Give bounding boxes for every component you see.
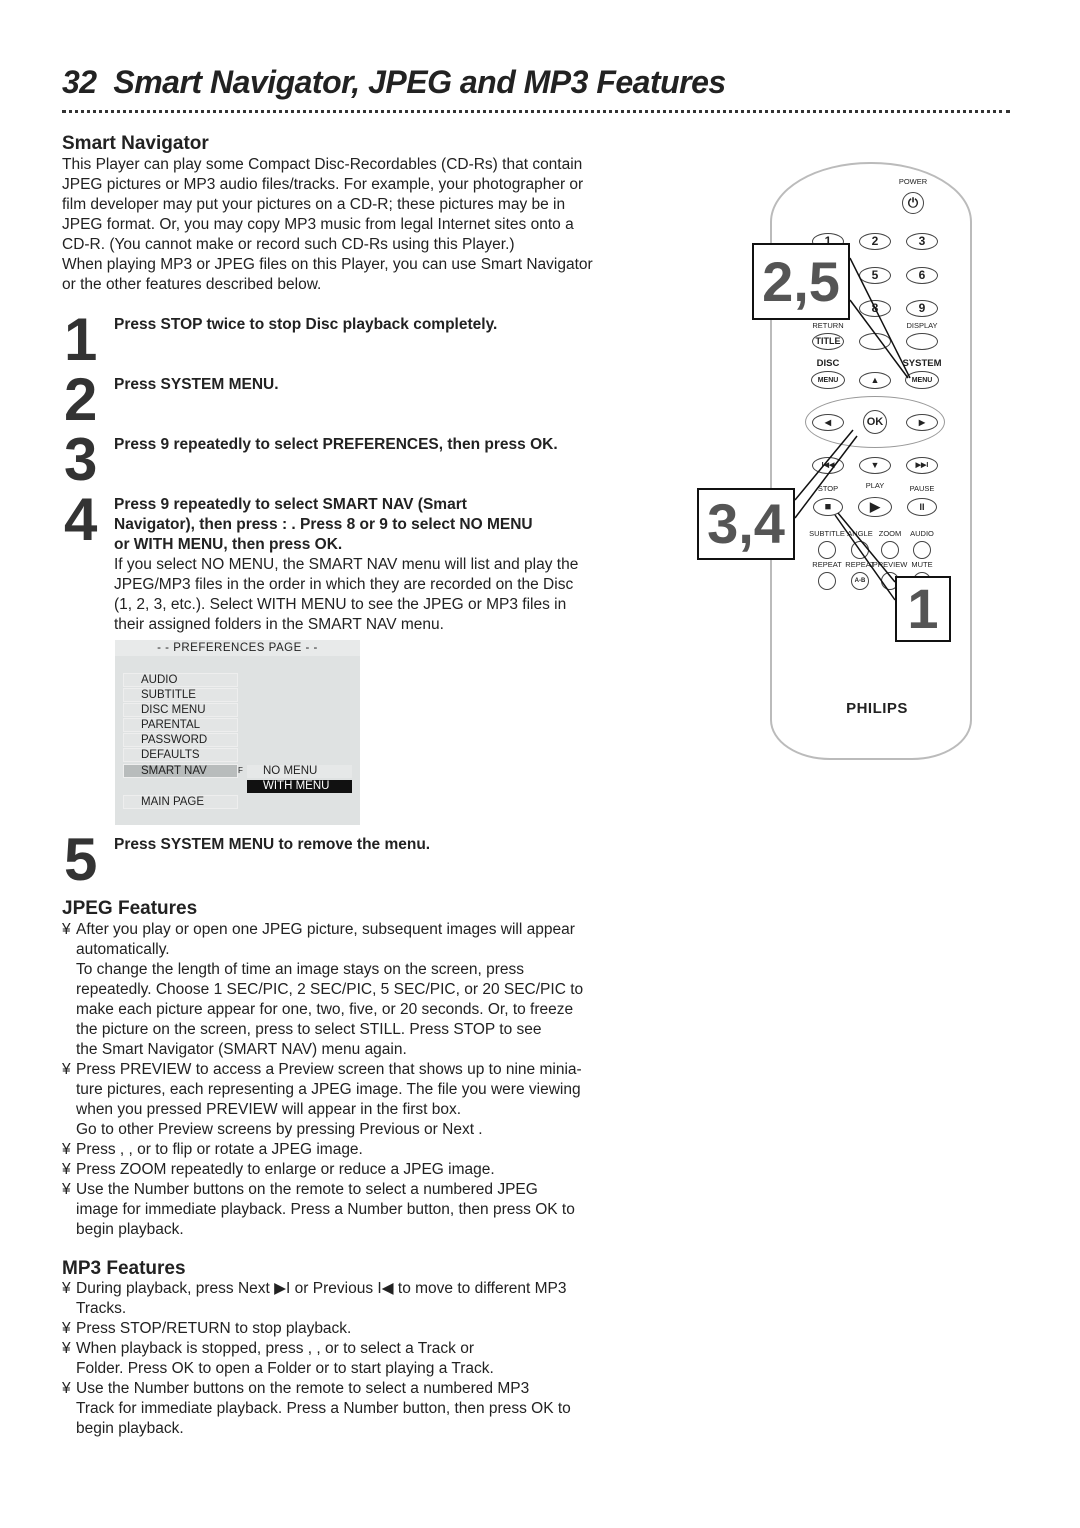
callout-line bbox=[834, 514, 896, 601]
callout-line bbox=[794, 435, 858, 519]
callout-line bbox=[794, 429, 854, 501]
callout-line bbox=[849, 257, 911, 379]
callout-line bbox=[849, 299, 909, 379]
callout-1: 1 bbox=[895, 576, 951, 642]
callout-line bbox=[837, 512, 896, 583]
callout-lines bbox=[794, 257, 911, 601]
callout-2-5: 2,5 bbox=[752, 243, 850, 320]
callout-3-4: 3,4 bbox=[697, 488, 795, 560]
